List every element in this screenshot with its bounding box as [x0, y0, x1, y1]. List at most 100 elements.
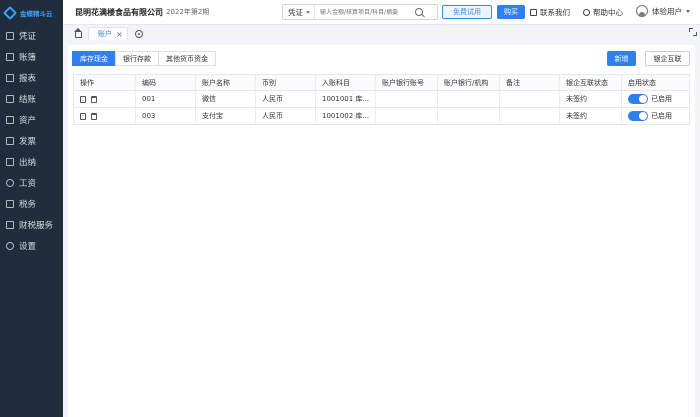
sidebar-item-service[interactable]: 财税服务	[0, 214, 63, 235]
sidebar-item-cashier[interactable]: 出纳	[0, 151, 63, 172]
contact-icon	[530, 9, 537, 16]
sidebar-item-report[interactable]: 报表	[0, 67, 63, 88]
buy-button[interactable]: 购买	[497, 5, 525, 19]
delete-icon[interactable]	[91, 95, 97, 103]
help-label: 帮助中心	[593, 8, 623, 17]
free-trial-button[interactable]: 免费试用	[442, 5, 492, 19]
account-bank-no	[376, 108, 438, 124]
home-tab[interactable]	[68, 27, 88, 40]
table-row[interactable]: 003 支付宝 人民币 1001002 库... 未签约 已启用	[74, 108, 689, 125]
sidebar-item-label: 财税服务	[19, 220, 54, 231]
account-bank	[438, 91, 500, 107]
user-menu[interactable]: 体验用户	[636, 5, 690, 17]
contact-us-link[interactable]: 联系我们	[530, 7, 570, 18]
row-actions	[74, 108, 136, 124]
invoice-icon	[6, 136, 14, 145]
report-icon	[6, 73, 14, 82]
column-header: 银企互联状态	[560, 75, 622, 90]
sidebar-item-ledger[interactable]: 账簿	[0, 46, 63, 67]
sidebar-item-label: 税务	[19, 199, 37, 210]
account-subject: 1001002 库...	[316, 108, 376, 124]
tab-other-funds[interactable]: 其他货币资金	[158, 51, 216, 66]
account-remark	[500, 108, 560, 124]
account-code: 001	[136, 91, 196, 107]
sidebar-item-closing[interactable]: 结账	[0, 88, 63, 109]
enable-status-label: 已启用	[651, 95, 672, 103]
account-bank-no	[376, 91, 438, 107]
tax-icon	[6, 199, 14, 208]
account-name: 微信	[196, 91, 256, 107]
account-name: 支付宝	[196, 108, 256, 124]
chevron-down-icon	[306, 10, 310, 14]
settings-icon	[6, 241, 14, 250]
enable-status: 已启用	[622, 108, 689, 124]
bank-link-button[interactable]: 银企互联	[645, 51, 690, 66]
row-actions	[74, 91, 136, 107]
search-input[interactable]	[315, 8, 413, 16]
sidebar-item-label: 账簿	[19, 52, 37, 63]
account-currency: 人民币	[256, 108, 316, 124]
column-header: 入账科目	[316, 75, 376, 90]
tab-cash[interactable]: 库存现金	[72, 51, 116, 66]
account-remark	[500, 91, 560, 107]
sidebar-item-voucher[interactable]: 凭证	[0, 25, 63, 46]
sidebar-item-label: 报表	[19, 73, 37, 84]
column-header: 账户银行账号	[376, 75, 438, 90]
enable-toggle[interactable]	[628, 111, 648, 121]
sidebar-item-label: 设置	[19, 241, 37, 252]
bank-link-status: 未签约	[560, 108, 622, 124]
sidebar-item-label: 凭证	[19, 31, 37, 42]
add-account-button[interactable]: 新增	[607, 51, 636, 66]
enable-status-label: 已启用	[651, 112, 672, 120]
search-type-select[interactable]: 凭证	[283, 5, 315, 19]
sidebar-item-invoice[interactable]: 发票	[0, 130, 63, 151]
tab-label: 账户	[98, 30, 112, 38]
ledger-icon	[6, 52, 14, 61]
column-header: 账户银行/机构	[438, 75, 500, 90]
app-logo[interactable]: 金蝶精斗云	[0, 0, 63, 25]
sidebar-item-label: 结账	[19, 94, 37, 105]
global-search: 凭证	[282, 4, 438, 20]
search-icon[interactable]	[415, 8, 423, 16]
column-header: 账户名称	[196, 75, 256, 90]
account-bank	[438, 108, 500, 124]
tab-account[interactable]: 账户 ×	[88, 27, 128, 40]
enable-toggle[interactable]	[628, 94, 648, 104]
page-tab-bar: 账户 ×	[63, 25, 700, 40]
sidebar-item-label: 工资	[19, 178, 37, 189]
fullscreen-icon[interactable]	[689, 28, 697, 36]
accounting-period: 2022年第2期	[166, 8, 210, 16]
logo-icon	[2, 5, 18, 20]
column-header: 编码	[136, 75, 196, 90]
user-name: 体验用户	[652, 6, 682, 16]
account-type-tabs: 库存现金 银行存款 其他货币资金	[72, 51, 216, 66]
account-table: 操作 编码 账户名称 币别 入账科目 账户银行账号 账户银行/机构 备注 银企互…	[73, 74, 690, 125]
column-header: 备注	[500, 75, 560, 90]
avatar	[636, 5, 648, 17]
account-panel: 库存现金 银行存款 其他货币资金 新增 银企互联 操作 编码 账户名称 币别 入…	[68, 45, 695, 417]
sidebar-item-tax[interactable]: 税务	[0, 193, 63, 214]
table-row[interactable]: 001 微信 人民币 1001001 库... 未签约 已启用	[74, 91, 689, 108]
enable-status: 已启用	[622, 91, 689, 107]
company-name[interactable]: 昆明花满楼食品有限公司	[63, 7, 163, 18]
home-icon	[73, 27, 82, 38]
account-code: 003	[136, 108, 196, 124]
account-currency: 人民币	[256, 91, 316, 107]
sidebar-item-settings[interactable]: 设置	[0, 235, 63, 256]
closing-icon	[6, 94, 14, 103]
sidebar-item-salary[interactable]: 工资	[0, 172, 63, 193]
contact-label: 联系我们	[540, 8, 570, 17]
more-tabs-icon[interactable]	[134, 30, 143, 38]
delete-icon[interactable]	[91, 112, 97, 120]
edit-icon[interactable]	[80, 95, 86, 103]
tab-bank-deposit[interactable]: 银行存款	[115, 51, 159, 66]
edit-icon[interactable]	[80, 112, 86, 120]
help-center-link[interactable]: 帮助中心	[583, 7, 623, 18]
sidebar-item-label: 发票	[19, 136, 37, 147]
sidebar-item-label: 出纳	[19, 157, 37, 168]
sidebar-item-asset[interactable]: 资产	[0, 109, 63, 130]
logo-text: 金蝶精斗云	[20, 9, 53, 18]
close-icon[interactable]: ×	[116, 30, 123, 39]
bank-link-status: 未签约	[560, 91, 622, 107]
sidebar: 金蝶精斗云 凭证 账簿 报表 结账 资产 发票 出纳 工资 税务 财税服务 设置	[0, 0, 63, 417]
